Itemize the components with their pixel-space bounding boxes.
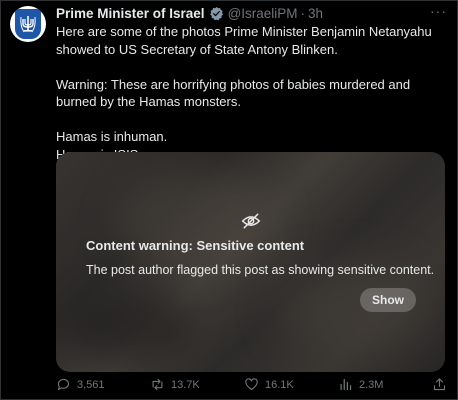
views-button[interactable]: 2.3M <box>338 377 383 392</box>
media-overlay <box>56 152 445 372</box>
reply-button[interactable]: 3,561 <box>56 377 105 392</box>
repost-button[interactable]: 13.7K <box>150 377 200 392</box>
tweet-card[interactable]: Prime Minister of Israel @IsraeliPM · 3h… <box>0 0 458 400</box>
heart-icon <box>245 378 258 391</box>
action-bar: 3,561 13.7K 16.1K 2.3M <box>56 377 451 397</box>
views-count: 2.3M <box>359 378 384 391</box>
content-warning-description: The post author flagged this post as sho… <box>86 263 435 277</box>
tweet-text: Here are some of the photos Prime Minist… <box>56 23 451 163</box>
content-warning-title: Content warning: Sensitive content <box>86 238 305 253</box>
share-icon <box>433 378 446 391</box>
header-separator: · <box>300 5 306 21</box>
verified-badge-icon <box>209 6 224 21</box>
reply-icon <box>57 378 70 391</box>
repost-count: 13.7K <box>171 378 200 391</box>
sensitive-media[interactable]: Content warning: Sensitive content The p… <box>56 152 445 372</box>
like-count: 16.1K <box>265 378 294 391</box>
post-time[interactable]: 3h <box>308 6 323 21</box>
show-media-button[interactable]: Show <box>360 288 416 312</box>
tweet-paragraph-1: Here are some of the photos Prime Minist… <box>56 24 432 57</box>
author-name[interactable]: Prime Minister of Israel <box>56 6 205 21</box>
state-emblem-icon <box>15 9 41 39</box>
tweet-paragraph-2: Warning: These are horrifying photos of … <box>56 76 411 110</box>
reply-count: 3,561 <box>77 378 105 391</box>
like-button[interactable]: 16.1K <box>244 377 294 392</box>
more-horizontal-icon[interactable]: ··· <box>430 3 447 19</box>
views-icon <box>340 378 352 391</box>
eye-slash-icon <box>241 211 261 231</box>
avatar[interactable] <box>10 6 46 42</box>
author-handle[interactable]: @IsraeliPM <box>228 6 298 21</box>
repost-icon <box>152 378 163 391</box>
share-button[interactable] <box>432 377 453 392</box>
tweet-header: Prime Minister of Israel @IsraeliPM · 3h <box>56 4 323 22</box>
